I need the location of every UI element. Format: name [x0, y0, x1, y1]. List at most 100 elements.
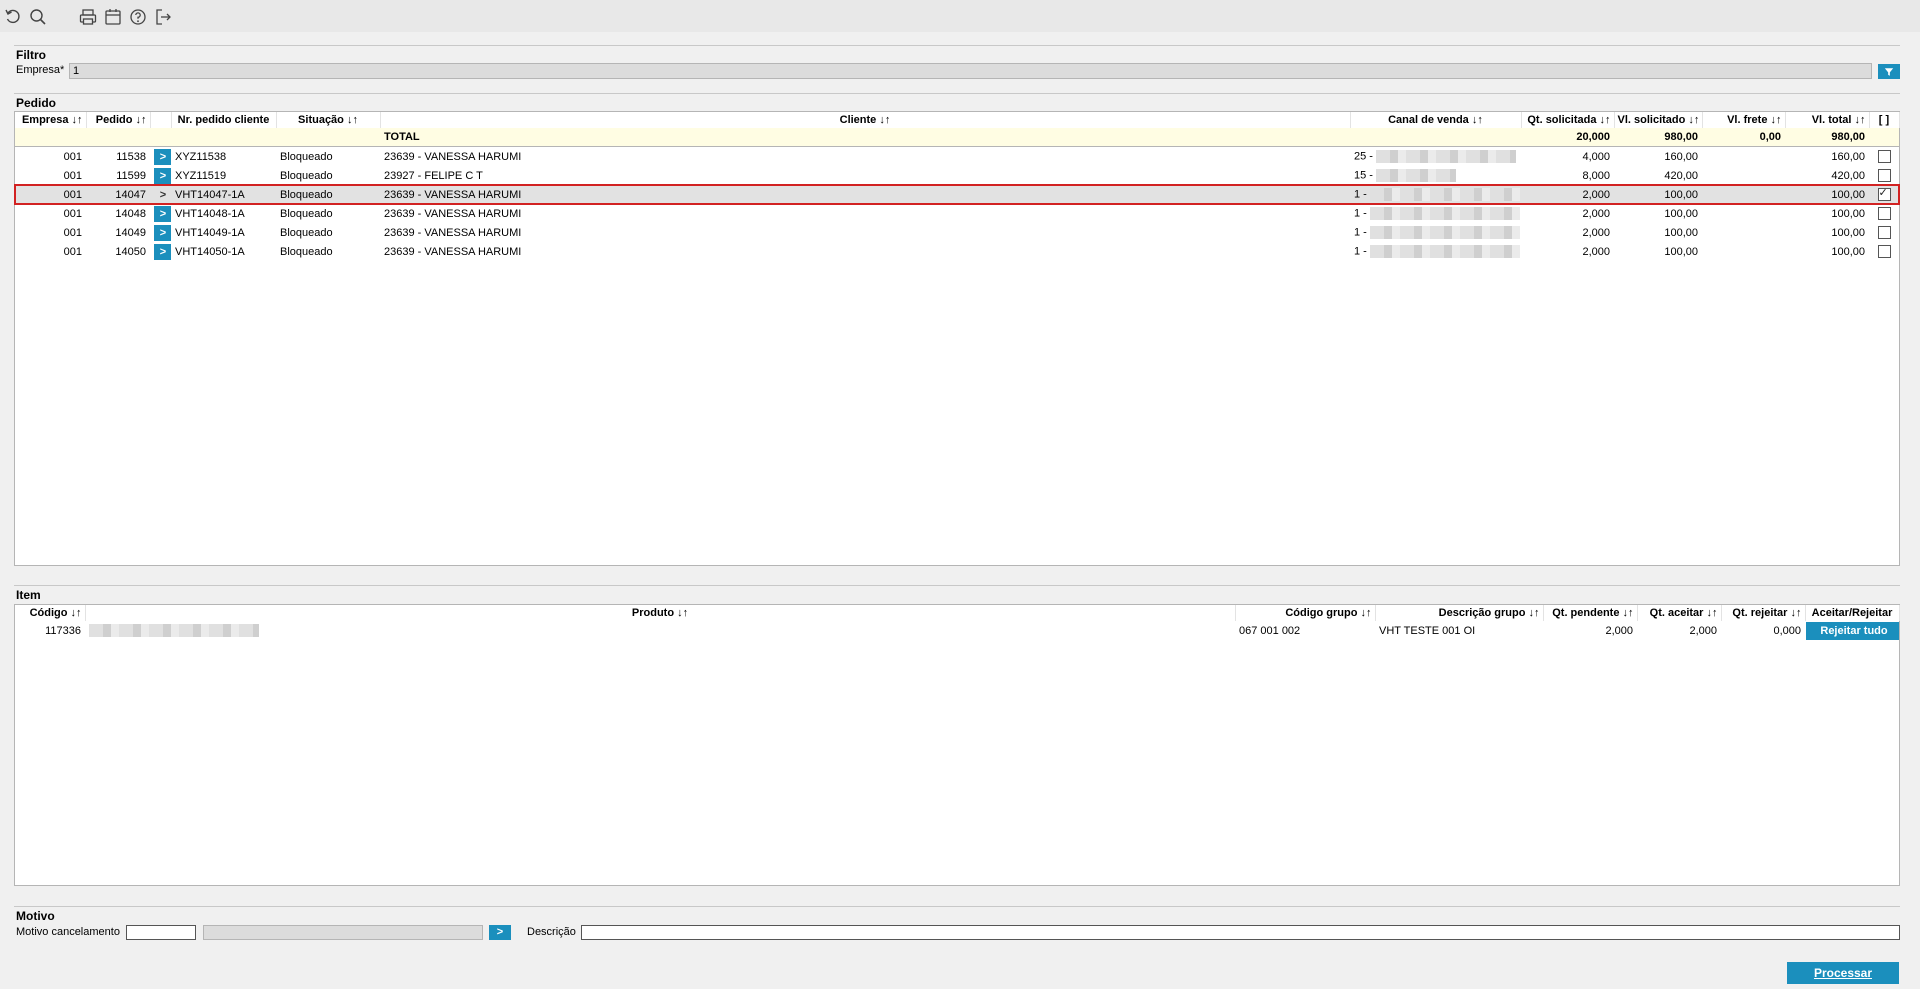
row-pedido: 11599: [116, 169, 146, 182]
col-produto[interactable]: Produto ↓↑: [85, 605, 1236, 621]
row-pedido: 14050: [115, 245, 146, 258]
row-vl-total: 100,00: [1785, 185, 1869, 204]
table-row[interactable]: 001 14049 > VHT14049-1A Bloqueado 23639 …: [15, 223, 1899, 242]
rejeitar-tudo-button[interactable]: Rejeitar tudo: [1806, 621, 1899, 640]
redacted-text: [1369, 245, 1520, 258]
table-row-selected[interactable]: 001 14047 > VHT14047-1A Bloqueado 23639 …: [14, 184, 1900, 205]
calendar-icon[interactable]: [103, 7, 123, 27]
row-vl-solicitado: 100,00: [1664, 207, 1698, 220]
table-row[interactable]: 117336 067 001 002 VHT TESTE 001 OI 2,00…: [15, 621, 1899, 640]
row-vl-total: 160,00: [1831, 150, 1865, 163]
redacted-text: [1376, 150, 1517, 163]
row-checkbox[interactable]: [1877, 245, 1891, 258]
refresh-icon[interactable]: [3, 7, 23, 27]
row-nr-pedido-cliente: VHT14048-1A: [175, 207, 245, 220]
col-pedido[interactable]: Pedido ↓↑: [86, 112, 151, 128]
help-icon[interactable]: [128, 7, 148, 27]
col-nr-pedido-cliente[interactable]: Nr. pedido cliente: [171, 112, 277, 128]
col-qt-rejeitar[interactable]: Qt. rejeitar ↓↑: [1721, 605, 1806, 621]
item-qt-pendente: 2,000: [1605, 624, 1633, 637]
table-row[interactable]: 001 14048 > VHT14048-1A Bloqueado 23639 …: [15, 204, 1899, 223]
open-pedido-button[interactable]: >: [154, 224, 171, 241]
total-vl-solicitado: 980,00: [1614, 128, 1702, 147]
open-pedido-button[interactable]: >: [154, 148, 171, 165]
col-aceitar-rejeitar[interactable]: Aceitar/Rejeitar: [1805, 605, 1900, 621]
row-canal: 1 -: [1354, 245, 1367, 258]
col-vl-frete[interactable]: Vl. frete ↓↑: [1702, 112, 1786, 128]
pedido-grid: Empresa ↓↑ Pedido ↓↑ Nr. pedido cliente …: [14, 111, 1900, 566]
item-divider: [14, 585, 1900, 586]
open-pedido-button[interactable]: >: [154, 187, 171, 203]
open-pedido-button[interactable]: >: [154, 167, 171, 184]
row-situacao: Bloqueado: [280, 245, 333, 258]
pedido-divider: [14, 93, 1900, 94]
row-canal: 1 -: [1354, 207, 1367, 220]
col-arrow: [150, 112, 172, 128]
row-canal: 25 -: [1354, 150, 1373, 163]
row-vl-total: 100,00: [1831, 207, 1865, 220]
row-checkbox[interactable]: [1877, 207, 1891, 220]
motivo-code-input[interactable]: [126, 925, 196, 940]
row-qt: 2,000: [1582, 226, 1610, 239]
item-codigo-grupo: 067 001 002: [1239, 624, 1301, 637]
row-nr-pedido-cliente: VHT14047-1A: [171, 185, 276, 204]
row-pedido: 14048: [115, 207, 146, 220]
motivo-divider: [14, 906, 1900, 907]
col-descricao-grupo[interactable]: Descrição grupo ↓↑: [1375, 605, 1544, 621]
col-qt-aceitar[interactable]: Qt. aceitar ↓↑: [1637, 605, 1722, 621]
col-codigo[interactable]: Código ↓↑: [15, 605, 86, 621]
open-pedido-button[interactable]: >: [154, 205, 171, 222]
motivo-lookup-button[interactable]: >: [489, 925, 511, 940]
col-qt-pendente[interactable]: Qt. pendente ↓↑: [1543, 605, 1638, 621]
row-checkbox[interactable]: [1877, 150, 1891, 163]
row-canal: 15 -: [1354, 169, 1373, 182]
processar-button[interactable]: Processar: [1787, 962, 1899, 984]
row-qt: 2,000: [1582, 245, 1610, 258]
row-canal: 1 -: [1354, 226, 1367, 239]
col-vl-total[interactable]: Vl. total ↓↑: [1785, 112, 1870, 128]
open-pedido-button[interactable]: >: [154, 243, 171, 260]
filtro-title: Filtro: [16, 48, 46, 62]
descricao-input[interactable]: [581, 925, 1900, 940]
row-checkbox-checked[interactable]: [1877, 186, 1891, 201]
item-grid: Código ↓↑ Produto ↓↑ Código grupo ↓↑ Des…: [14, 604, 1900, 886]
redacted-text: [89, 624, 259, 637]
col-qt-solicitada[interactable]: Qt. solicitada ↓↑: [1521, 112, 1615, 128]
row-cliente: 23639 - VANESSA HARUMI: [384, 245, 522, 258]
row-empresa: 001: [15, 185, 86, 204]
row-checkbox[interactable]: [1877, 169, 1891, 182]
row-empresa: 001: [63, 245, 82, 258]
total-row: TOTAL 20,000 980,00 0,00 980,00: [15, 128, 1899, 147]
row-situacao: Bloqueado: [280, 150, 333, 163]
row-cliente: 23639 - VANESSA HARUMI: [384, 226, 522, 239]
print-icon[interactable]: [78, 7, 98, 27]
col-codigo-grupo[interactable]: Código grupo ↓↑: [1235, 605, 1376, 621]
empresa-field[interactable]: 1: [69, 63, 1872, 79]
total-vl-frete: 0,00: [1702, 128, 1785, 147]
row-checkbox[interactable]: [1877, 226, 1891, 239]
row-vl-solicitado: 100,00: [1614, 185, 1702, 204]
row-pedido: 14049: [115, 226, 146, 239]
table-row[interactable]: 001 14050 > VHT14050-1A Bloqueado 23639 …: [15, 242, 1899, 261]
col-check-all[interactable]: [ ]: [1869, 112, 1900, 128]
col-cliente[interactable]: Cliente ↓↑: [380, 112, 1351, 128]
redacted-text: [1376, 169, 1457, 182]
filter-button[interactable]: [1878, 64, 1900, 79]
row-qt: 4,000: [1582, 150, 1610, 163]
item-qt-aceitar[interactable]: 2,000: [1637, 621, 1721, 640]
table-row[interactable]: 001 11538 > XYZ11538 Bloqueado 23639 - V…: [15, 147, 1899, 167]
item-qt-rejeitar[interactable]: 0,000: [1721, 621, 1805, 640]
row-cliente: 23927 - FELIPE C T: [384, 169, 483, 182]
pedido-title: Pedido: [16, 96, 57, 110]
col-situacao[interactable]: Situação ↓↑: [276, 112, 381, 128]
filter-icon: [1884, 68, 1894, 76]
col-empresa[interactable]: Empresa ↓↑: [15, 112, 87, 128]
row-nr-pedido-cliente: XYZ11538: [175, 150, 227, 163]
search-icon[interactable]: [28, 7, 48, 27]
exit-icon[interactable]: [153, 7, 173, 27]
table-row[interactable]: 001 11599 > XYZ11519 Bloqueado 23927 - F…: [15, 166, 1899, 185]
row-vl-solicitado: 100,00: [1664, 226, 1698, 239]
total-label: TOTAL: [380, 128, 1350, 147]
col-canal-venda[interactable]: Canal de venda ↓↑: [1350, 112, 1522, 128]
col-vl-solicitado[interactable]: Vl. solicitado ↓↑: [1614, 112, 1703, 128]
